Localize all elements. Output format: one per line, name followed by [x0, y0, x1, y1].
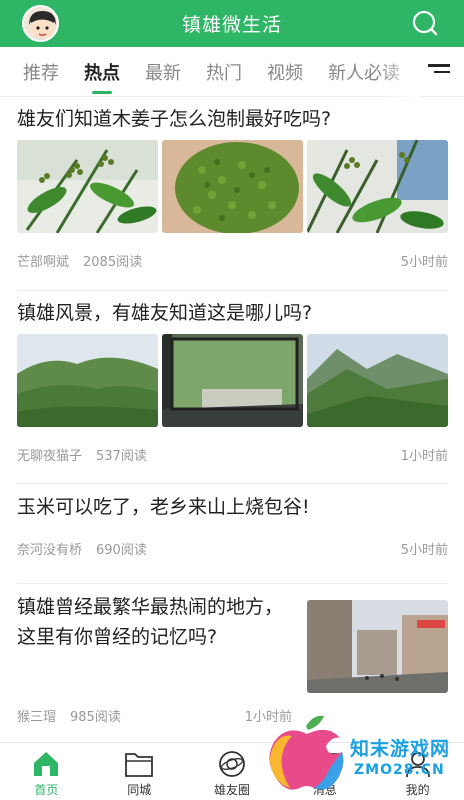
- post-thumbnails: [17, 140, 448, 233]
- post-reads: 537阅读: [96, 449, 147, 464]
- tab-hot[interactable]: 热点: [84, 59, 120, 94]
- watermark-text: 知末游戏网: [350, 738, 451, 760]
- app-screen: 镇雄微生活 推荐 热点 最新 热门 视频 新人必读 雄友们知道木姜子怎么泡制最好…: [0, 0, 464, 800]
- feed-post[interactable]: 玉米可以吃了，老乡来山上烧包谷! 奈河没有桥 690阅读 5小时前: [17, 492, 448, 584]
- tab-popular[interactable]: 热门: [206, 59, 242, 85]
- avatar[interactable]: [22, 5, 59, 42]
- post-image[interactable]: [162, 334, 303, 427]
- watermark-url: ZMO28.CN: [354, 762, 445, 778]
- post-meta: 奈河没有桥 690阅读 5小时前: [17, 539, 448, 558]
- post-author[interactable]: 无聊夜猫子: [17, 445, 82, 464]
- feed-post[interactable]: 镇雄风景，有雄友知道这是哪儿吗? 无聊夜猫子 537阅读 1小时前: [17, 298, 448, 484]
- post-reads: 690阅读: [96, 543, 147, 558]
- post-image[interactable]: [162, 140, 303, 233]
- post-thumbnails: [17, 334, 448, 427]
- post-reads: 2085阅读: [83, 255, 143, 270]
- tab-latest[interactable]: 最新: [145, 59, 181, 85]
- post-title[interactable]: 镇雄曾经最繁华最热闹的地方，这里有你曾经的记忆吗?: [17, 592, 292, 652]
- post-author[interactable]: 猴三瑁: [17, 706, 56, 725]
- apple-logo-icon: [269, 715, 344, 790]
- tab-menu-button[interactable]: [428, 64, 450, 80]
- post-image[interactable]: [307, 600, 448, 693]
- post-meta: 无聊夜猫子 537阅读 1小时前: [17, 445, 448, 464]
- post-image[interactable]: [307, 140, 448, 233]
- nav-label: 同城: [127, 783, 152, 797]
- nav-home[interactable]: 首页: [0, 743, 93, 800]
- folder-icon: [125, 753, 154, 777]
- avatar-cartoon-icon: [24, 7, 57, 40]
- post-time: 1小时前: [400, 449, 448, 464]
- post-image[interactable]: [17, 140, 158, 233]
- tab-recommend[interactable]: 推荐: [23, 59, 59, 85]
- post-meta: 芒部啊斌 2085阅读 5小时前: [17, 251, 448, 270]
- tab-video[interactable]: 视频: [267, 59, 303, 85]
- post-time: 5小时前: [400, 543, 448, 558]
- category-tabs: 推荐 热点 最新 热门 视频 新人必读: [0, 47, 464, 97]
- post-meta: 猴三瑁 985阅读 1小时前: [17, 706, 292, 725]
- planet-icon: [219, 751, 245, 777]
- search-button[interactable]: [412, 10, 438, 36]
- search-icon: [412, 10, 438, 36]
- post-title[interactable]: 雄友们知道木姜子怎么泡制最好吃吗?: [17, 104, 448, 134]
- nav-label: 雄友圈: [213, 783, 250, 797]
- nav-label: 首页: [34, 783, 59, 797]
- post-image[interactable]: [17, 334, 158, 427]
- post-title[interactable]: 镇雄风景，有雄友知道这是哪儿吗?: [17, 298, 448, 328]
- menu-line: [434, 70, 450, 73]
- watermark: 知末游戏网 ZMO28.CN: [262, 712, 464, 800]
- menu-line: [428, 64, 450, 67]
- post-title[interactable]: 玉米可以吃了，老乡来山上烧包谷!: [17, 492, 448, 522]
- top-header: 镇雄微生活: [0, 0, 464, 47]
- post-image[interactable]: [307, 334, 448, 427]
- feed-post[interactable]: 雄友们知道木姜子怎么泡制最好吃吗? 芒部啊斌 2085阅读 5小时前: [17, 104, 448, 291]
- post-author[interactable]: 奈河没有桥: [17, 539, 82, 558]
- post-time: 5小时前: [400, 255, 448, 270]
- tabs-fade: [380, 47, 420, 97]
- nav-city[interactable]: 同城: [93, 743, 186, 800]
- home-icon: [34, 752, 59, 776]
- app-title: 镇雄微生活: [181, 14, 282, 36]
- post-reads: 985阅读: [70, 710, 121, 725]
- post-author[interactable]: 芒部啊斌: [17, 251, 69, 270]
